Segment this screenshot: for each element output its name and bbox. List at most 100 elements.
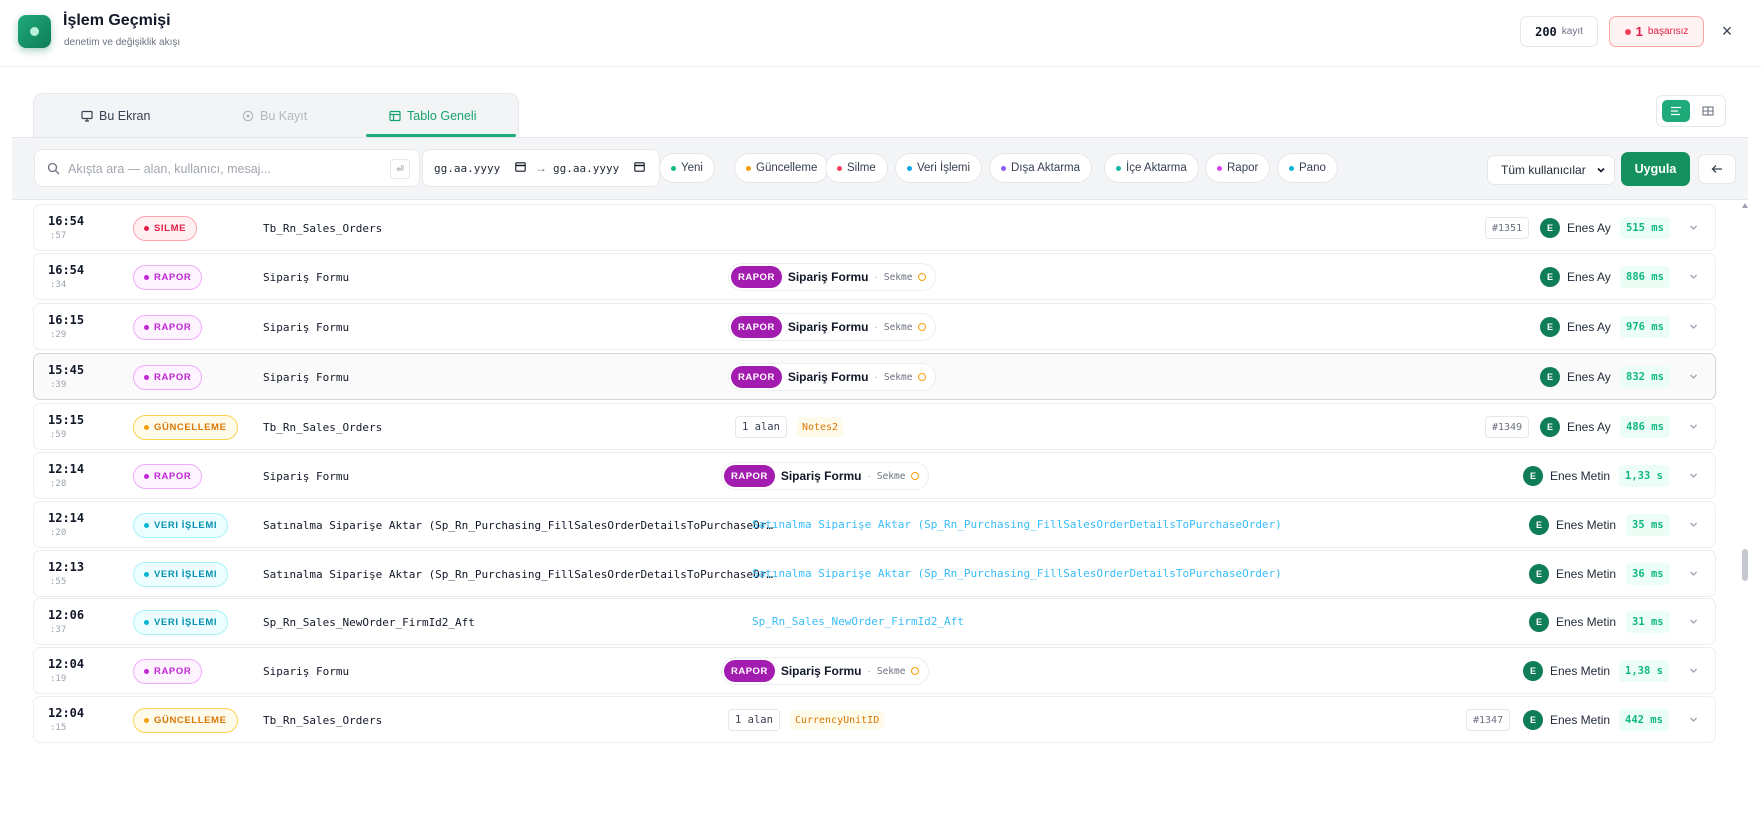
event-type-badge: GÜNCELLEME (133, 415, 238, 440)
row-time: 12:14 (48, 462, 85, 476)
grid-view-button[interactable] (1694, 100, 1722, 122)
avatar: E (1529, 515, 1549, 535)
failed-count-badge[interactable]: 1 başarısız (1609, 16, 1704, 47)
chevron-down-icon[interactable] (1689, 617, 1698, 626)
date-from-input[interactable]: gg.aa.yyyy (434, 162, 500, 175)
activity-history-panel: İşlem Geçmişi denetim ve değişiklik akış… (0, 0, 1762, 817)
user-select[interactable]: Tüm kullanıcılar (1487, 155, 1615, 185)
filter-chip[interactable]: Pano (1277, 153, 1338, 183)
chevron-down-icon[interactable] (1689, 422, 1698, 431)
duration-badge: 35 ms (1626, 514, 1670, 536)
search-input[interactable] (68, 159, 368, 179)
chevron-down-icon[interactable] (1689, 569, 1698, 578)
table-row[interactable]: 12:14:28 RAPOR Sipariş Formu RAPOR Sipariş F… (33, 452, 1716, 499)
table-row[interactable]: 12:04:15 GÜNCELLEME Tb_Rn_Sales_Orders 1 al… (33, 696, 1716, 743)
event-type-badge: VERI İŞLEMI (133, 562, 229, 587)
filter-chip[interactable]: Dışa Aktarma (989, 153, 1093, 183)
duration-badge: 1,38 s (1619, 660, 1669, 682)
tab-bu-kayit[interactable]: Bu Kayıt (242, 94, 307, 138)
row-target: Tb_Rn_Sales_Orders (263, 421, 383, 434)
report-summary: RAPOR Sipariş Formu · Sekme (728, 313, 937, 341)
tab-bu-ekran[interactable]: Bu Ekran (81, 94, 150, 138)
calendar-icon[interactable] (634, 161, 645, 172)
event-type-badge: SILME (133, 216, 198, 241)
chevron-down-icon[interactable] (1689, 223, 1698, 232)
row-time: 15:15 (48, 413, 85, 427)
procedure-summary[interactable]: Sp_Rn_Sales_NewOrder_FirmId2_Aft (752, 615, 964, 628)
table-row[interactable]: 16:54:34 RAPOR Sipariş Formu RAPOR Sipariş F… (33, 253, 1716, 300)
filter-chip[interactable]: Güncelleme (734, 153, 830, 183)
close-button[interactable]: × (1716, 20, 1738, 42)
chip-label: İçe Aktarma (1126, 162, 1187, 174)
user-info: E Enes Metin (1529, 612, 1616, 632)
table-row[interactable]: 12:14:20 VERI İŞLEMI Satınalma Siparişe Ak… (33, 501, 1716, 548)
chevron-down-icon[interactable] (1689, 471, 1698, 480)
chevron-down-icon[interactable] (1689, 715, 1698, 724)
back-button[interactable] (1698, 154, 1736, 184)
table-row[interactable]: 12:06:37 VERI İŞLEMI Sp_Rn_Sales_NewOrder_… (33, 598, 1716, 645)
chevron-down-icon[interactable] (1689, 372, 1698, 381)
table-row[interactable]: 12:04:19 RAPOR Sipariş Formu RAPOR Sipariş F… (33, 647, 1716, 694)
record-id[interactable]: #1349 (1485, 416, 1530, 438)
scrollbar-thumb[interactable] (1742, 549, 1748, 581)
table-row[interactable]: 16:15:29 RAPOR Sipariş Formu RAPOR Sipariş F… (33, 303, 1716, 350)
sun-icon (911, 667, 920, 675)
date-to-input[interactable]: gg.aa.yyyy (553, 162, 619, 175)
report-tag: RAPOR (731, 266, 782, 288)
table-row[interactable]: 15:45:39 RAPOR Sipariş Formu RAPOR Sipariş F… (33, 353, 1716, 400)
chevron-down-icon[interactable] (1689, 322, 1698, 331)
avatar: E (1523, 661, 1543, 681)
changed-field-count: 1 alan (735, 416, 787, 438)
user-info: E Enes Metin (1523, 661, 1610, 681)
row-target: Sp_Rn_Sales_NewOrder_FirmId2_Aft (263, 616, 475, 629)
scroll-up-icon[interactable] (1742, 203, 1748, 208)
table-row[interactable]: 12:13:55 VERI İŞLEMI Satınalma Siparişe Ak… (33, 550, 1716, 597)
chip-label: Dışa Aktarma (1011, 162, 1081, 174)
row-target: Sipariş Formu (263, 665, 350, 678)
filter-chip[interactable]: Silme (825, 153, 888, 183)
user-name: Enes Metin (1550, 664, 1611, 678)
record-id[interactable]: #1351 (1485, 217, 1530, 239)
filter-chip[interactable]: Yeni (659, 153, 715, 183)
badge-dot-icon (144, 620, 149, 625)
user-info: E Enes Ay (1540, 218, 1611, 238)
chevron-down-icon[interactable] (1689, 520, 1698, 529)
sun-icon (918, 373, 927, 381)
update-summary: 1 alan Notes2 (735, 416, 844, 438)
grid-view-icon (1702, 106, 1714, 116)
report-summary: RAPOR Sipariş Formu · Sekme (721, 462, 930, 490)
table-row[interactable]: 16:54:57 SILME Tb_Rn_Sales_Orders #1351 E Ene… (33, 204, 1716, 251)
avatar: E (1529, 564, 1549, 584)
badge-label: VERI İŞLEMI (154, 520, 218, 531)
summary-separator: · (874, 271, 878, 283)
list-view-button[interactable] (1662, 100, 1690, 122)
procedure-summary[interactable]: Satınalma Siparişe Aktar (Sp_Rn_Purchasi… (752, 567, 1282, 580)
procedure-summary[interactable]: Satınalma Siparişe Aktar (Sp_Rn_Purchasi… (752, 518, 1282, 531)
avatar: E (1540, 367, 1560, 387)
chevron-down-icon[interactable] (1689, 272, 1698, 281)
table-row[interactable]: 15:15:59 GÜNCELLEME Tb_Rn_Sales_Orders 1 al… (33, 403, 1716, 450)
changed-field-name: Notes2 (796, 417, 844, 437)
user-name: Enes Metin (1556, 567, 1617, 581)
badge-label: RAPOR (154, 666, 192, 677)
tab-tablo-geneli[interactable]: Tablo Geneli (389, 94, 477, 138)
report-summary: RAPOR Sipariş Formu · Sekme (728, 263, 937, 291)
user-info: E Enes Ay (1540, 367, 1611, 387)
chevron-down-icon[interactable] (1689, 666, 1698, 675)
calendar-icon[interactable] (515, 161, 526, 172)
apply-button[interactable]: Uygula (1621, 152, 1690, 186)
filter-chip[interactable]: Rapor (1205, 153, 1271, 183)
chip-dot-icon (1116, 165, 1121, 171)
filter-chip[interactable]: İçe Aktarma (1104, 153, 1199, 183)
avatar: E (1540, 417, 1560, 437)
record-id[interactable]: #1347 (1466, 709, 1511, 731)
list-scrollbar[interactable] (1741, 201, 1749, 809)
update-summary: 1 alan CurrencyUnitID (728, 709, 885, 731)
filter-chip[interactable]: Veri İşlemi (895, 153, 983, 183)
row-seconds: :20 (50, 528, 67, 538)
search-box: ⏎ (34, 149, 420, 187)
user-info: E Enes Metin (1529, 515, 1616, 535)
badge-label: VERI İŞLEMI (154, 617, 218, 628)
event-type-badge: RAPOR (133, 659, 203, 684)
user-info: E Enes Metin (1523, 466, 1610, 486)
